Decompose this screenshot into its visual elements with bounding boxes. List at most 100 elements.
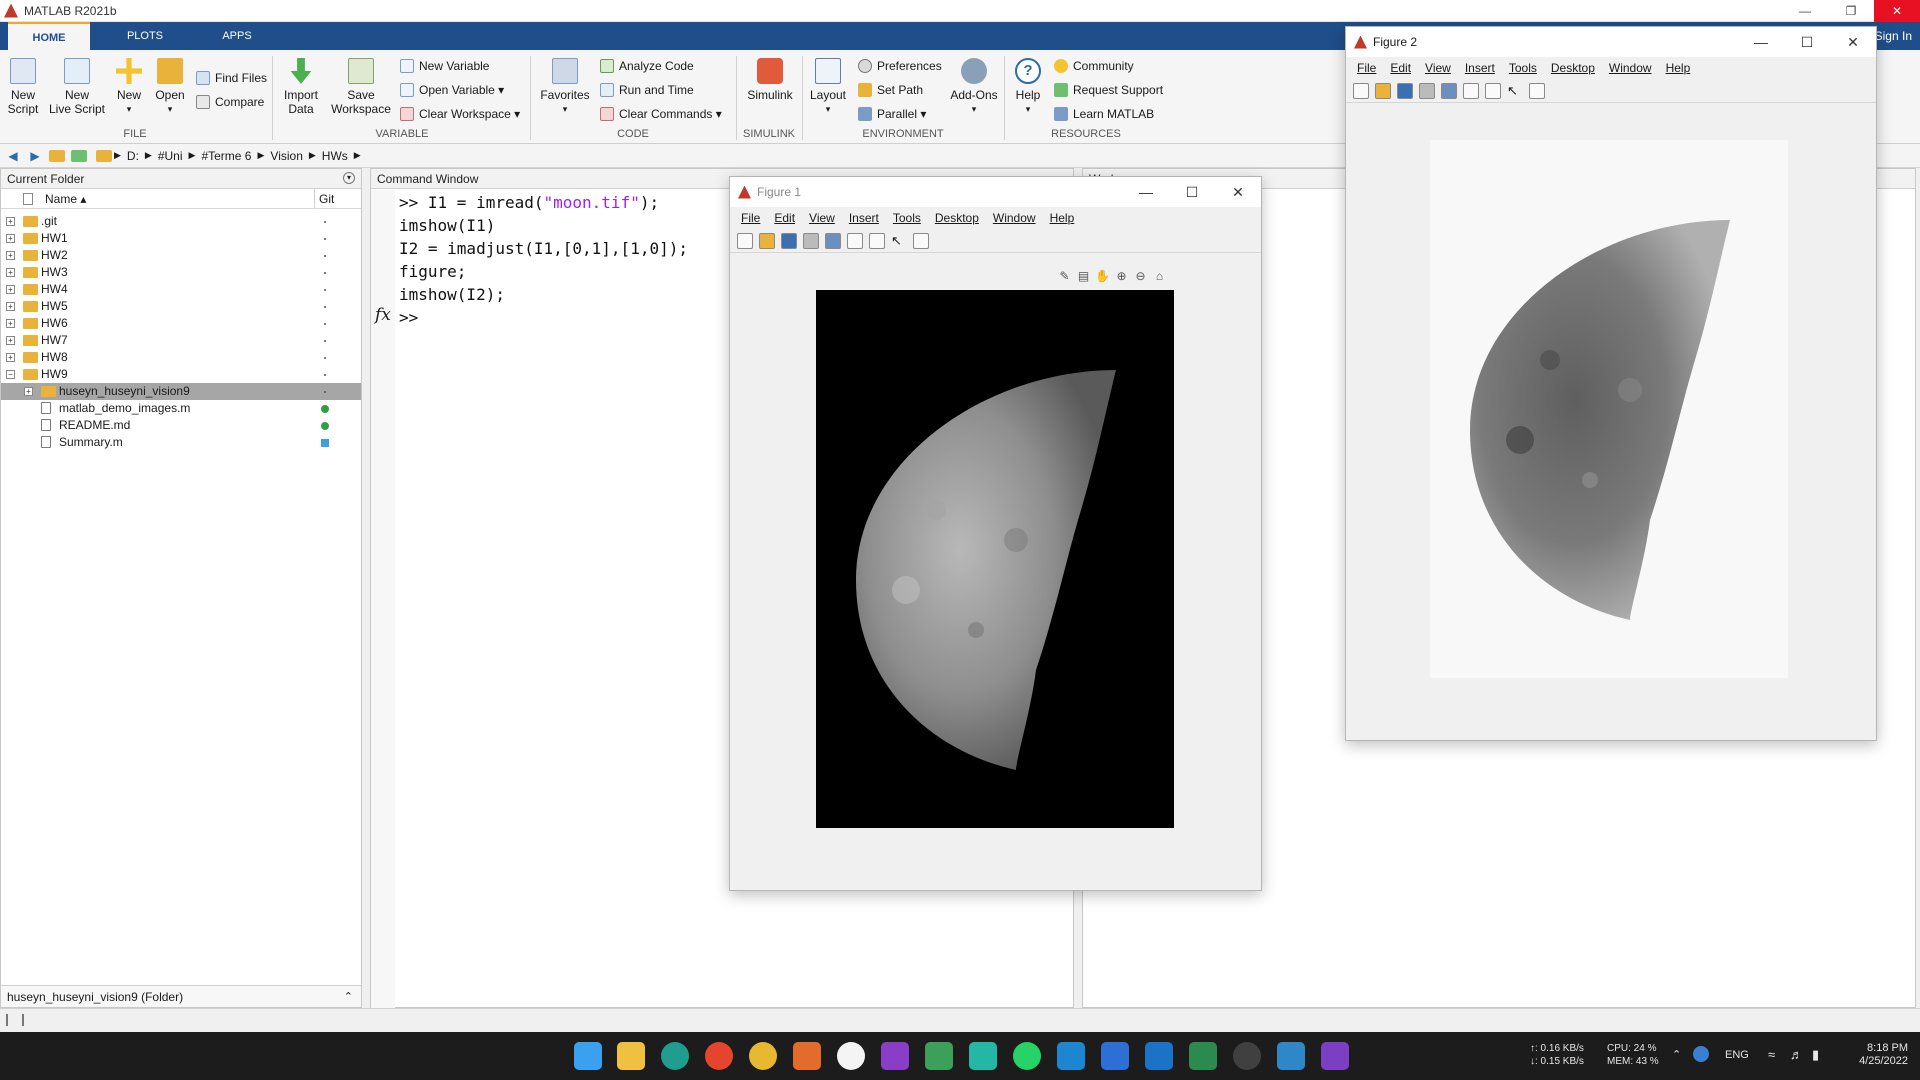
save-icon[interactable]: [781, 232, 797, 249]
git-column-header[interactable]: Git: [319, 189, 334, 209]
pycharm-icon[interactable]: [925, 1042, 953, 1070]
find-files-button[interactable]: Find Files: [196, 68, 267, 88]
figure2-maximize-button[interactable]: ☐: [1784, 27, 1830, 57]
clion-icon[interactable]: [969, 1042, 997, 1070]
tab-home[interactable]: HOME: [8, 22, 90, 50]
home-icon[interactable]: ⌂: [1151, 269, 1168, 284]
menu-item[interactable]: Window: [1609, 61, 1652, 75]
run-and-time-button[interactable]: Run and Time: [600, 80, 694, 100]
set-path-button[interactable]: Set Path: [858, 80, 923, 100]
list-item[interactable]: + HW4: [1, 281, 361, 298]
compare-button[interactable]: Compare: [196, 92, 264, 112]
list-item[interactable]: README.md: [1, 417, 361, 434]
zoom-in-icon[interactable]: ⊕: [1113, 269, 1130, 284]
save-workspace-button[interactable]: Save Workspace: [330, 58, 392, 116]
chrome-icon[interactable]: [749, 1042, 777, 1070]
data-tips-icon[interactable]: ▤: [1075, 269, 1092, 284]
expand-icon[interactable]: +: [6, 319, 15, 328]
menu-item[interactable]: Help: [1050, 211, 1075, 225]
add-ons-button[interactable]: Add-Ons ▾: [946, 58, 1002, 116]
recorder-app-icon[interactable]: [705, 1042, 733, 1070]
menu-item[interactable]: View: [809, 211, 835, 225]
property-editor-icon[interactable]: [1529, 82, 1545, 99]
new-figure-icon[interactable]: [1353, 82, 1369, 99]
file-explorer-icon[interactable]: [617, 1042, 645, 1070]
save-icon[interactable]: [1397, 82, 1413, 99]
expand-icon[interactable]: +: [6, 285, 15, 294]
zoom-out-icon[interactable]: ⊖: [1132, 269, 1149, 284]
list-item[interactable]: matlab_demo_images.m: [1, 400, 361, 417]
menu-item[interactable]: Desktop: [935, 211, 979, 225]
pan-icon[interactable]: ✋: [1094, 269, 1111, 284]
breadcrumb-item[interactable]: #Uni: [158, 149, 183, 163]
figure2-close-button[interactable]: ✕: [1830, 27, 1876, 57]
expand-icon[interactable]: +: [6, 217, 15, 226]
figure1-maximize-button[interactable]: ☐: [1169, 177, 1215, 207]
new-variable-button[interactable]: New Variable: [400, 56, 489, 76]
expand-icon[interactable]: +: [6, 268, 15, 277]
tray-app-icon[interactable]: [1693, 1046, 1709, 1062]
menu-item[interactable]: Tools: [1509, 61, 1537, 75]
list-item[interactable]: + HW5: [1, 298, 361, 315]
wifi-icon[interactable]: ≈: [1768, 1048, 1775, 1061]
menu-item[interactable]: Edit: [1390, 61, 1411, 75]
folder-details-bar[interactable]: huseyn_huseyni_vision9 (Folder) ⌃: [1, 985, 361, 1007]
expand-icon[interactable]: +: [24, 387, 33, 396]
pointer-icon[interactable]: ↖: [1507, 83, 1523, 99]
insert-legend-icon[interactable]: [869, 232, 885, 249]
menu-item[interactable]: File: [1357, 61, 1376, 75]
request-support-link[interactable]: Request Support: [1054, 80, 1163, 100]
import-data-button[interactable]: Import Data: [280, 58, 322, 116]
pointer-icon[interactable]: ↖: [891, 233, 907, 249]
menu-item[interactable]: Tools: [893, 211, 921, 225]
list-item[interactable]: + .git: [1, 213, 361, 230]
breadcrumb-item[interactable]: HWs: [322, 149, 348, 163]
figure1-minimize-button[interactable]: —: [1123, 177, 1169, 207]
help-button[interactable]: ? Help ▾: [1012, 58, 1044, 116]
open-variable-button[interactable]: Open Variable ▾: [400, 80, 504, 100]
back-arrow-icon[interactable]: ◀: [4, 147, 22, 165]
store-icon[interactable]: [1101, 1042, 1129, 1070]
browse-folder-icon[interactable]: [70, 147, 88, 165]
expand-icon[interactable]: +: [6, 234, 15, 243]
figure1-window[interactable]: Figure 1 — ☐ ✕ File Edit View Insert Tools De…: [729, 176, 1262, 891]
menu-item[interactable]: Edit: [774, 211, 795, 225]
edge-browser-icon[interactable]: [661, 1042, 689, 1070]
learn-matlab-link[interactable]: Learn MATLAB: [1054, 104, 1154, 124]
property-editor-icon[interactable]: [913, 232, 929, 249]
minimize-button[interactable]: —: [1782, 0, 1828, 22]
open-button[interactable]: Open ▾: [154, 58, 186, 116]
mail-icon[interactable]: [1145, 1042, 1173, 1070]
list-item[interactable]: + HW6: [1, 315, 361, 332]
restore-button[interactable]: ❐: [1828, 0, 1874, 22]
breadcrumb-item[interactable]: #Terme 6: [201, 149, 251, 163]
list-item[interactable]: + HW2: [1, 247, 361, 264]
expand-icon[interactable]: +: [6, 353, 15, 362]
analyze-code-button[interactable]: Analyze Code: [600, 56, 694, 76]
new-figure-icon[interactable]: [737, 232, 753, 249]
list-item[interactable]: + HW7: [1, 332, 361, 349]
whatsapp-icon[interactable]: [1013, 1042, 1041, 1070]
notion-icon[interactable]: [837, 1042, 865, 1070]
chevron-up-icon[interactable]: ⌃: [344, 986, 353, 1008]
insert-legend-icon[interactable]: [1485, 82, 1501, 99]
open-file-icon[interactable]: [759, 232, 775, 249]
menu-item[interactable]: Insert: [1465, 61, 1495, 75]
new-script-button[interactable]: New Script: [4, 58, 42, 116]
open-file-icon[interactable]: [1375, 82, 1391, 99]
clock[interactable]: 8:18 PM 4/25/2022: [1846, 1042, 1908, 1068]
expand-icon[interactable]: +: [6, 302, 15, 311]
matlab-taskbar-icon[interactable]: [793, 1042, 821, 1070]
menu-item[interactable]: Help: [1666, 61, 1691, 75]
tab-plots[interactable]: PLOTS: [108, 22, 182, 50]
list-item[interactable]: Summary.m: [1, 434, 361, 451]
print-icon[interactable]: [803, 232, 819, 249]
tab-apps[interactable]: APPS: [200, 22, 274, 50]
menu-item[interactable]: Insert: [849, 211, 879, 225]
vscode-icon[interactable]: [1057, 1042, 1085, 1070]
tools-app-icon[interactable]: [1277, 1042, 1305, 1070]
layout-button[interactable]: Layout ▾: [808, 58, 848, 116]
collapse-icon[interactable]: −: [6, 370, 15, 379]
forward-arrow-icon[interactable]: ▶: [26, 147, 44, 165]
command-prompt[interactable]: >>: [399, 306, 418, 329]
